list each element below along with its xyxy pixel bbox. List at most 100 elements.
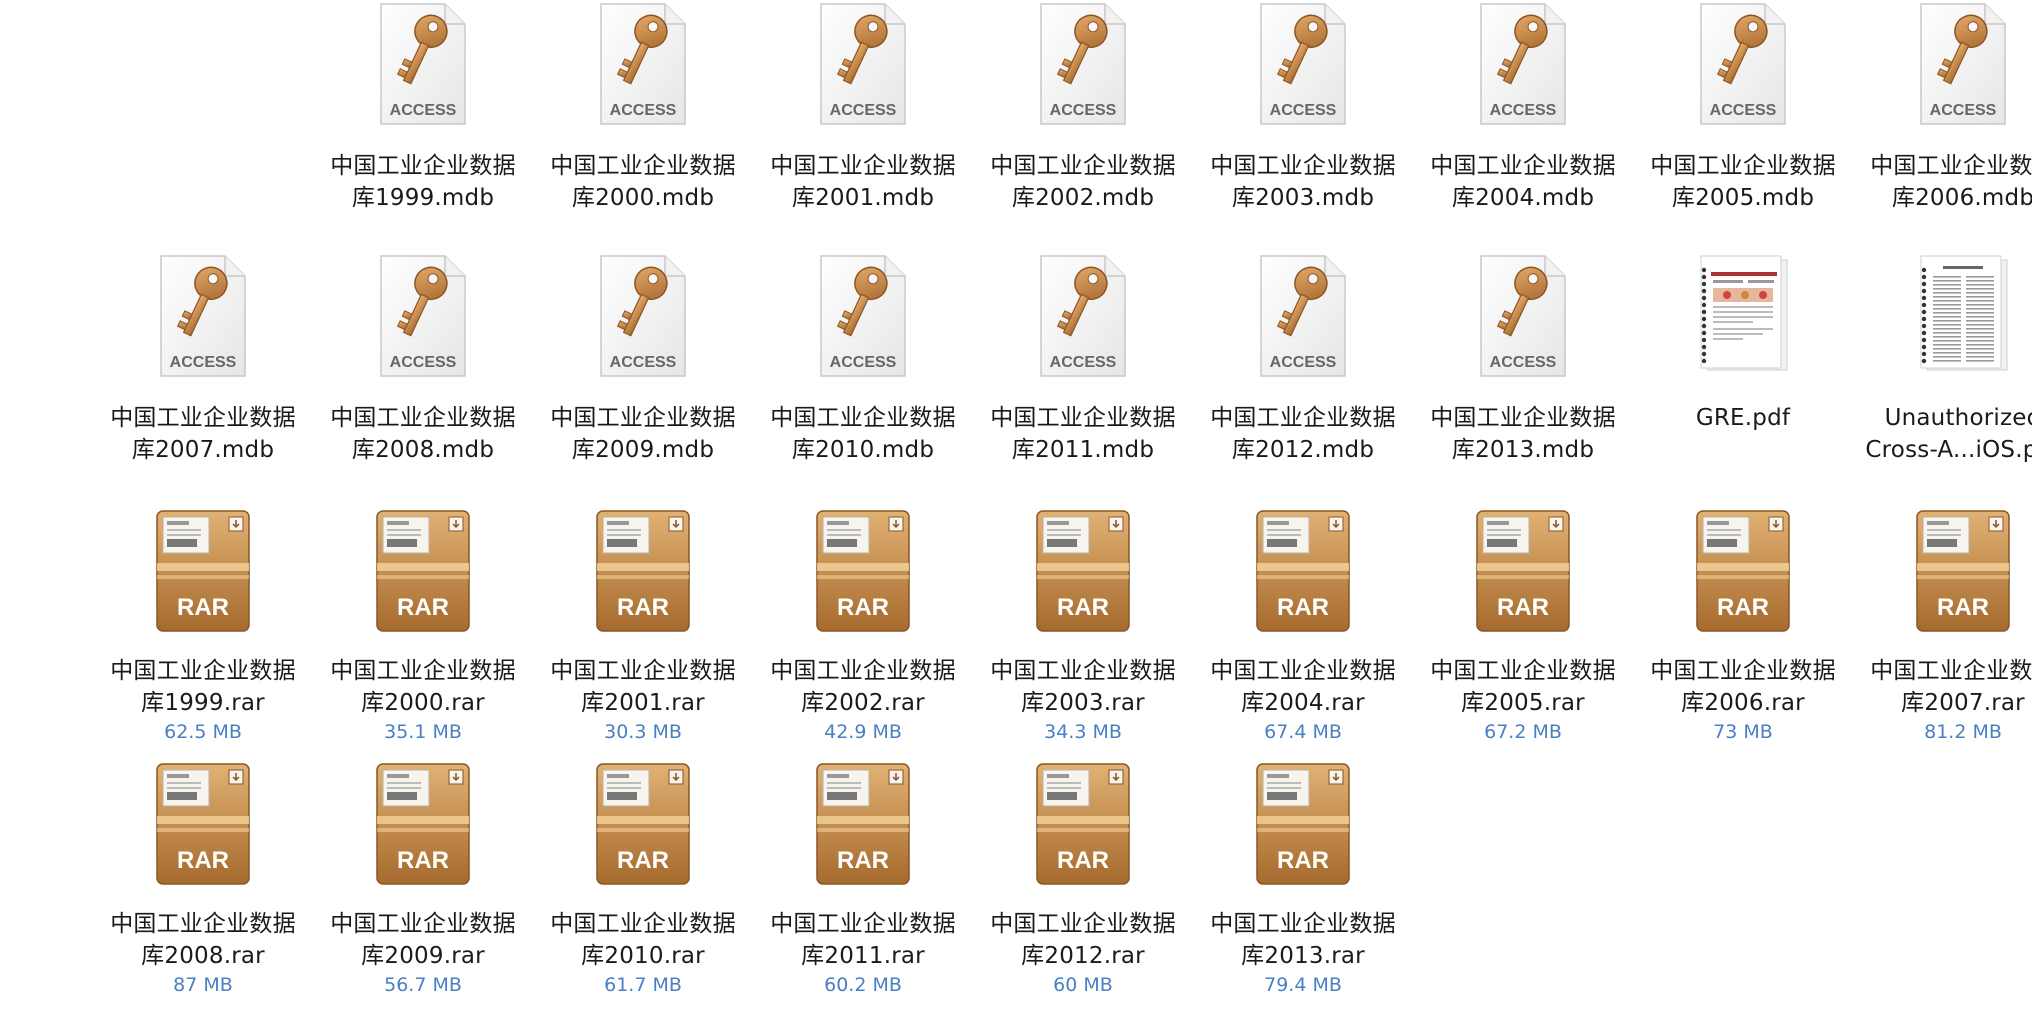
file-item[interactable]: ACCESS 中国工业企业数据 库2003.mdb xyxy=(1193,0,1413,214)
file-name[interactable]: 中国工业企业数据 库2011.rar xyxy=(753,908,973,972)
file-name[interactable]: 中国工业企业数据 库2010.mdb xyxy=(753,402,973,466)
file-name[interactable]: 中国工业企业数据 库2000.rar xyxy=(313,655,533,719)
file-name[interactable]: 中国工业企业数据 库1999.rar xyxy=(93,655,313,719)
file-item[interactable]: ACCESS 中国工业企业数据 库2009.mdb xyxy=(533,252,753,466)
access-key-icon[interactable]: ACCESS xyxy=(1473,252,1573,382)
file-item[interactable]: ACCESS 中国工业企业数据 库2005.mdb xyxy=(1633,0,1853,214)
file-name[interactable]: 中国工业企业数据 库2004.mdb xyxy=(1413,150,1633,214)
access-key-icon[interactable]: ACCESS xyxy=(1913,0,2013,130)
access-key-icon[interactable]: ACCESS xyxy=(153,252,253,382)
file-item[interactable]: RAR 中国工业企业数据 库2002.rar 42.9 MB xyxy=(753,505,973,745)
rar-archive-icon[interactable]: RAR xyxy=(153,758,253,888)
file-item[interactable]: ACCESS 中国工业企业数据 库2007.mdb xyxy=(93,252,313,466)
file-item[interactable]: ACCESS 中国工业企业数据 库2001.mdb xyxy=(753,0,973,214)
access-key-icon[interactable]: ACCESS xyxy=(813,252,913,382)
file-name[interactable]: 中国工业企业数据 库2004.rar xyxy=(1193,655,1413,719)
file-item[interactable]: RAR 中国工业企业数据 库2012.rar 60 MB xyxy=(973,758,1193,998)
file-name-line1: 中国工业企业数据 xyxy=(550,658,736,684)
access-key-icon[interactable]: ACCESS xyxy=(593,252,693,382)
rar-archive-icon[interactable]: RAR xyxy=(593,758,693,888)
file-name-line2: 库2007.mdb xyxy=(131,437,275,463)
file-name[interactable]: 中国工业企业数据 库2010.rar xyxy=(533,908,753,972)
file-name[interactable]: 中国工业企业数据 库2001.mdb xyxy=(753,150,973,214)
rar-archive-icon[interactable]: RAR xyxy=(813,758,913,888)
rar-archive-icon[interactable]: RAR xyxy=(813,505,913,635)
file-name[interactable]: 中国工业企业数据 库2012.mdb xyxy=(1193,402,1413,466)
file-name[interactable]: 中国工业企业数据 库2003.mdb xyxy=(1193,150,1413,214)
access-key-icon[interactable]: ACCESS xyxy=(1033,0,1133,130)
file-item[interactable]: ACCESS 中国工业企业数据库2006.mdb xyxy=(1853,0,2032,214)
file-name[interactable]: 中国工业企业数据 库2013.rar xyxy=(1193,908,1413,972)
file-name[interactable]: 中国工业企业数据 库2005.rar xyxy=(1413,655,1633,719)
rar-archive-icon[interactable]: RAR xyxy=(1913,505,2013,635)
file-name-line2: 库2012.mdb xyxy=(1231,437,1375,463)
pdf-thumbnail-icon[interactable] xyxy=(1913,252,2013,382)
rar-archive-icon[interactable]: RAR xyxy=(1693,505,1793,635)
file-name[interactable]: 中国工业企业数据 库2002.rar xyxy=(753,655,973,719)
access-key-icon[interactable]: ACCESS xyxy=(1033,252,1133,382)
pdf-thumbnail-icon[interactable] xyxy=(1693,252,1793,382)
file-name[interactable]: 中国工业企业数据 库2003.rar xyxy=(973,655,1193,719)
file-item[interactable]: RAR 中国工业企业数据 库2003.rar 34.3 MB xyxy=(973,505,1193,745)
access-key-icon[interactable]: ACCESS xyxy=(1253,0,1353,130)
access-key-icon[interactable]: ACCESS xyxy=(373,252,473,382)
file-name[interactable]: 中国工业企业数据 库2005.mdb xyxy=(1633,150,1853,214)
file-item[interactable]: RAR 中国工业企业数据 库1999.rar 62.5 MB xyxy=(93,505,313,745)
access-key-icon[interactable]: ACCESS xyxy=(373,0,473,130)
file-item[interactable]: GRE.pdf xyxy=(1633,252,1853,434)
file-item[interactable]: RAR 中国工业企业数据 库2001.rar 30.3 MB xyxy=(533,505,753,745)
rar-archive-icon[interactable]: RAR xyxy=(1033,758,1133,888)
rar-archive-icon[interactable]: RAR xyxy=(153,505,253,635)
rar-archive-icon[interactable]: RAR xyxy=(1473,505,1573,635)
svg-text:RAR: RAR xyxy=(1277,847,1329,874)
file-name[interactable]: 中国工业企业数据 库2008.mdb xyxy=(313,402,533,466)
file-item[interactable]: ACCESS 中国工业企业数据 库2011.mdb xyxy=(973,252,1193,466)
file-item[interactable]: RAR 中国工业企业数据 库2013.rar 79.4 MB xyxy=(1193,758,1413,998)
file-item[interactable]: RAR 中国工业企业数据 库2004.rar 67.4 MB xyxy=(1193,505,1413,745)
file-item[interactable]: RAR 中国工业企业数据 库2005.rar 67.2 MB xyxy=(1413,505,1633,745)
file-item[interactable]: ACCESS 中国工业企业数据 库2004.mdb xyxy=(1413,0,1633,214)
file-name[interactable]: 中国工业企业数据库2007.rar xyxy=(1853,655,2032,719)
file-name[interactable]: 中国工业企业数据 库2006.rar xyxy=(1633,655,1853,719)
file-item[interactable]: Unauthorized Cross-A...iOS.pdf xyxy=(1853,252,2032,466)
file-item[interactable]: RAR 中国工业企业数据 库2006.rar 73 MB xyxy=(1633,505,1853,745)
file-item[interactable]: ACCESS 中国工业企业数据 库2010.mdb xyxy=(753,252,973,466)
file-name[interactable]: 中国工业企业数据 库1999.mdb xyxy=(313,150,533,214)
access-key-icon[interactable]: ACCESS xyxy=(813,0,913,130)
file-name[interactable]: 中国工业企业数据 库2009.rar xyxy=(313,908,533,972)
file-name[interactable]: 中国工业企业数据 库2001.rar xyxy=(533,655,753,719)
file-name[interactable]: 中国工业企业数据 库2012.rar xyxy=(973,908,1193,972)
file-name[interactable]: 中国工业企业数据 库2011.mdb xyxy=(973,402,1193,466)
file-item[interactable]: ACCESS 中国工业企业数据 库1999.mdb xyxy=(313,0,533,214)
rar-archive-icon[interactable]: RAR xyxy=(1033,505,1133,635)
rar-archive-icon[interactable]: RAR xyxy=(1253,758,1353,888)
file-item[interactable]: ACCESS 中国工业企业数据 库2013.mdb xyxy=(1413,252,1633,466)
rar-archive-icon[interactable]: RAR xyxy=(373,505,473,635)
access-key-icon[interactable]: ACCESS xyxy=(593,0,693,130)
file-name[interactable]: 中国工业企业数据 库2007.mdb xyxy=(93,402,313,466)
rar-archive-icon[interactable]: RAR xyxy=(373,758,473,888)
rar-archive-icon[interactable]: RAR xyxy=(593,505,693,635)
file-name[interactable]: Unauthorized Cross-A...iOS.pdf xyxy=(1853,402,2032,466)
file-name[interactable]: 中国工业企业数据 库2000.mdb xyxy=(533,150,753,214)
file-name[interactable]: 中国工业企业数据 库2008.rar xyxy=(93,908,313,972)
file-item[interactable]: RAR 中国工业企业数据库2007.rar81.2 MB xyxy=(1853,505,2032,745)
file-name[interactable]: 中国工业企业数据 库2013.mdb xyxy=(1413,402,1633,466)
file-name[interactable]: 中国工业企业数据库2006.mdb xyxy=(1853,150,2032,214)
file-item[interactable]: ACCESS 中国工业企业数据 库2012.mdb xyxy=(1193,252,1413,466)
file-name[interactable]: 中国工业企业数据 库2009.mdb xyxy=(533,402,753,466)
rar-archive-icon[interactable]: RAR xyxy=(1253,505,1353,635)
access-key-icon[interactable]: ACCESS xyxy=(1693,0,1793,130)
file-name[interactable]: GRE.pdf xyxy=(1633,402,1853,434)
file-item[interactable]: RAR 中国工业企业数据 库2009.rar 56.7 MB xyxy=(313,758,533,998)
file-item[interactable]: ACCESS 中国工业企业数据 库2002.mdb xyxy=(973,0,1193,214)
file-item[interactable]: RAR 中国工业企业数据 库2008.rar 87 MB xyxy=(93,758,313,998)
file-item[interactable]: ACCESS 中国工业企业数据 库2000.mdb xyxy=(533,0,753,214)
file-item[interactable]: RAR 中国工业企业数据 库2010.rar 61.7 MB xyxy=(533,758,753,998)
file-item[interactable]: RAR 中国工业企业数据 库2000.rar 35.1 MB xyxy=(313,505,533,745)
file-name[interactable]: 中国工业企业数据 库2002.mdb xyxy=(973,150,1193,214)
file-item[interactable]: RAR 中国工业企业数据 库2011.rar 60.2 MB xyxy=(753,758,973,998)
file-item[interactable]: ACCESS 中国工业企业数据 库2008.mdb xyxy=(313,252,533,466)
access-key-icon[interactable]: ACCESS xyxy=(1253,252,1353,382)
access-key-icon[interactable]: ACCESS xyxy=(1473,0,1573,130)
